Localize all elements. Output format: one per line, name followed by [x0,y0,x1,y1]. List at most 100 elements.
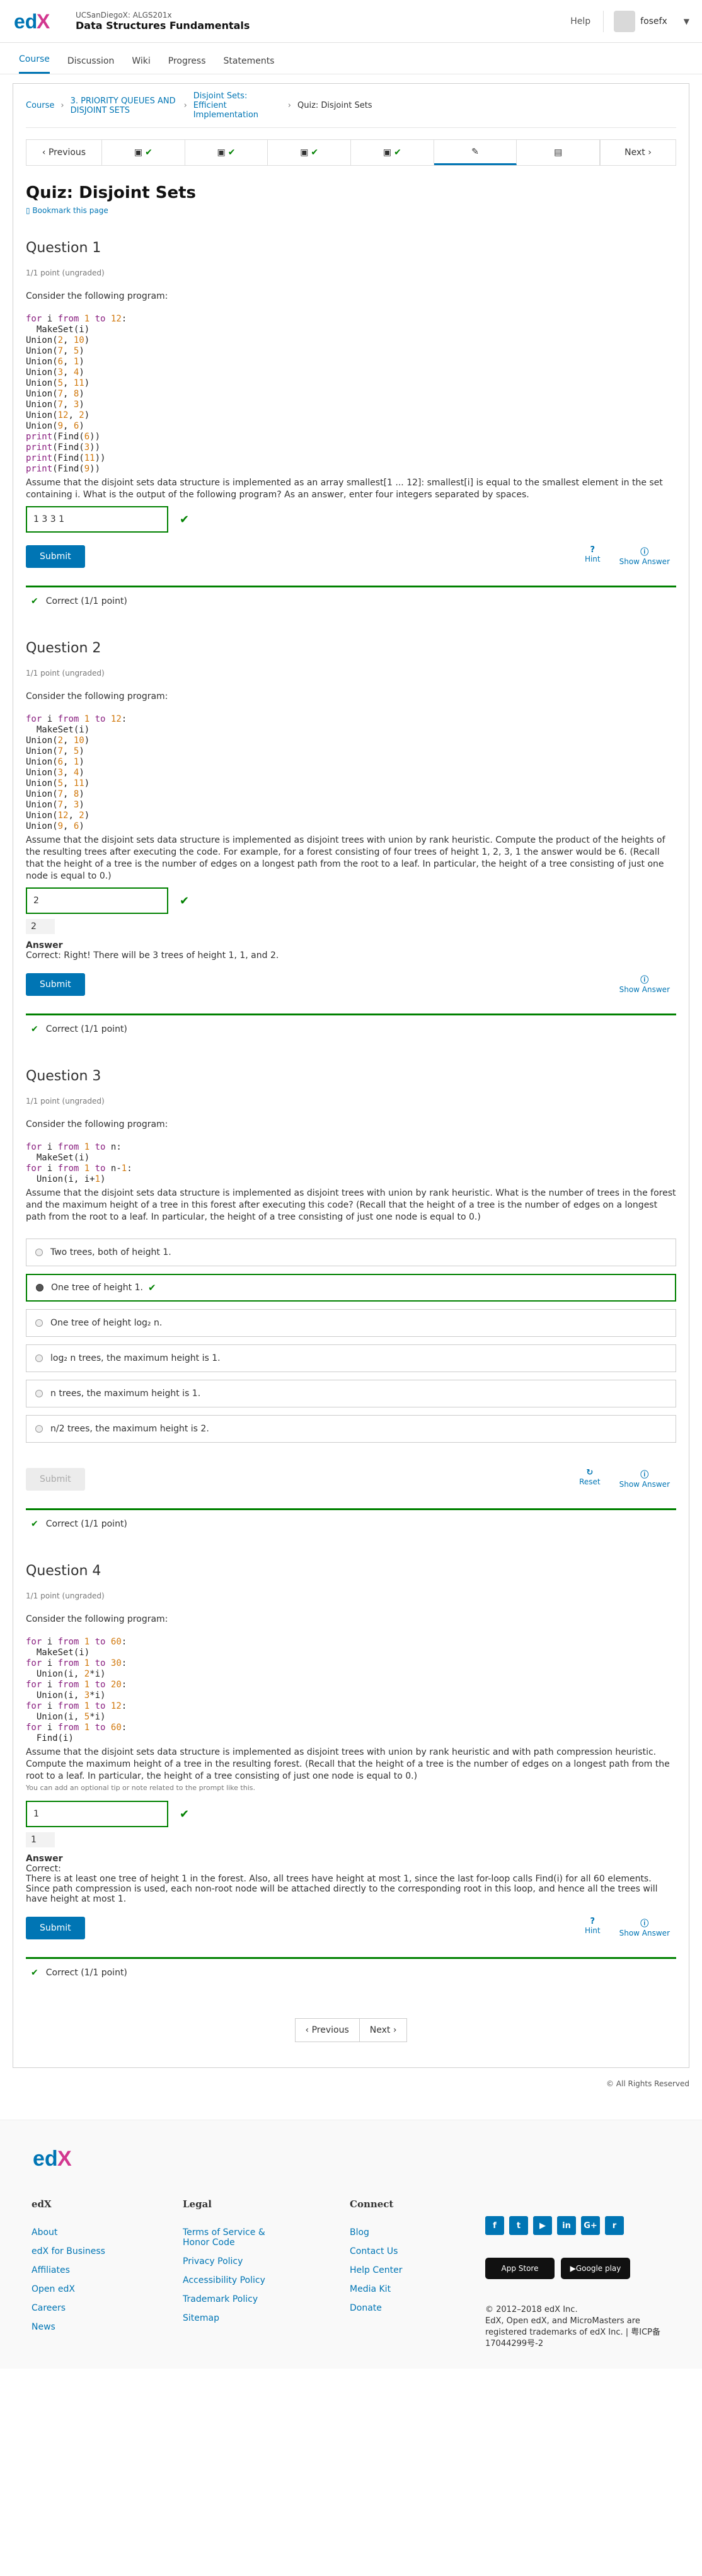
seq-item-video-1[interactable]: ▣ ✔ [102,140,185,165]
submit-button[interactable]: Submit [26,1917,85,1939]
edx-logo[interactable]: ed X [13,9,63,34]
check-icon: ✔ [31,1968,38,1978]
video-icon: ▣ [217,147,226,158]
choice-option[interactable]: n trees, the maximum height is 1. [26,1380,676,1407]
next-button[interactable]: Next › [600,140,676,165]
question-icon: ? [590,1917,596,1926]
footer-link-news[interactable]: News [32,2322,183,2332]
breadcrumb-section[interactable]: 3. PRIORITY QUEUES AND DISJOINT SETS [71,96,178,115]
bottom-sequence-nav: ‹ Previous Next › [26,2018,676,2042]
tab-progress[interactable]: Progress [168,56,206,74]
question-text: Assume that the disjoint sets data struc… [26,835,665,881]
choice-option[interactable]: One tree of height log₂ n. [26,1309,676,1337]
answer-input[interactable]: 1 [26,1801,168,1827]
google-play-badge[interactable]: ▶ Google play [561,2258,630,2279]
seq-item-video-4[interactable]: ▣ ✔ [351,140,434,165]
linkedin-icon[interactable]: in [557,2216,576,2235]
check-icon: ✔ [31,1519,38,1529]
hint-button[interactable]: ? Hint [585,1917,601,1938]
status-correct: ✔ Correct (1/1 point) [26,1508,676,1538]
choice-option[interactable]: Two trees, both of height 1. [26,1239,676,1266]
correct-check-icon: ✔ [180,512,190,526]
footer-link-trademark[interactable]: Trademark Policy [183,2294,350,2304]
show-answer-button[interactable]: ⓘ Show Answer [619,1917,670,1938]
choice-option[interactable]: n/2 trees, the maximum height is 2. [26,1415,676,1443]
bookmark-button[interactable]: ▯ Bookmark this page [26,206,676,215]
footer-link-media-kit[interactable]: Media Kit [350,2284,485,2294]
footer-link-open-edx[interactable]: Open edX [32,2284,183,2294]
app-store-badge[interactable]: App Store [485,2258,555,2279]
choice-option-selected[interactable]: One tree of height 1. ✔ [26,1274,676,1302]
footer-link-business[interactable]: edX for Business [32,2246,183,2256]
status-correct: ✔ Correct (1/1 point) [26,1014,676,1043]
next-button[interactable]: Next › [359,2018,408,2042]
tab-discussion[interactable]: Discussion [67,56,114,74]
answer-input[interactable]: 2 [26,887,168,914]
caret-down-icon[interactable]: ▼ [684,17,689,26]
show-answer-button[interactable]: ⓘ Show Answer [619,545,670,566]
edx-footer-logo[interactable]: ed X [32,2146,670,2173]
reset-icon: ↻ [586,1468,594,1477]
footer-link-blog[interactable]: Blog [350,2227,485,2238]
footer-link-help-center[interactable]: Help Center [350,2265,485,2275]
tab-statements[interactable]: Statements [224,56,275,74]
footer-link-affiliates[interactable]: Affiliates [32,2265,183,2275]
submit-button[interactable]: Submit [26,1468,85,1491]
reset-button[interactable]: ↻ Reset [579,1468,601,1489]
submit-button[interactable]: Submit [26,545,85,568]
question-4: Question 4 1/1 point (ungraded) Consider… [26,1563,676,1987]
seq-item-video-3[interactable]: ▣ ✔ [268,140,352,165]
seq-item-reading[interactable]: ▤ [517,140,601,165]
footer-link-about[interactable]: About [32,2227,183,2238]
site-footer: ed X edX About edX for Business Affiliat… [0,2120,702,2369]
user-menu[interactable]: fosefx ▼ [603,10,689,32]
reddit-icon[interactable]: r [605,2216,624,2235]
hint-label: Hint [584,1926,601,1935]
footer-link-accessibility[interactable]: Accessibility Policy [183,2275,350,2285]
choice-label: n trees, the maximum height is 1. [50,1389,201,1399]
answer-input[interactable]: 1 3 3 1 [26,506,168,533]
seq-item-video-2[interactable]: ▣ ✔ [185,140,268,165]
previous-button[interactable]: ‹ Previous [26,140,102,165]
show-answer-button[interactable]: ⓘ Show Answer [619,973,670,994]
course-tabs: Course Discussion Wiki Progress Statemen… [0,43,702,74]
radio-icon [35,1319,43,1327]
twitter-icon[interactable]: t [509,2216,528,2235]
app-stores: App Store ▶ Google play [485,2258,662,2279]
hint-button[interactable]: ? Hint [585,545,601,566]
course-identity: UCSanDiegoX: ALGS201x Data Structures Fu… [76,11,250,32]
footer-link-careers[interactable]: Careers [32,2303,183,2313]
help-link[interactable]: Help [570,16,590,26]
show-answer-button[interactable]: ⓘ Show Answer [619,1468,670,1489]
tab-wiki[interactable]: Wiki [132,56,150,74]
previous-button[interactable]: ‹ Previous [294,2018,360,2042]
previous-label: Previous [311,2025,349,2035]
submit-button[interactable]: Submit [26,973,85,996]
footer-link-terms[interactable]: Terms of Service & Honor Code [183,2227,284,2248]
choice-option[interactable]: log₂ n trees, the maximum height is 1. [26,1344,676,1372]
google-play-label: Google play [575,2264,621,2273]
facebook-icon[interactable]: f [485,2216,504,2235]
seq-item-quiz[interactable]: ✎ [434,140,517,165]
footer-link-privacy[interactable]: Privacy Policy [183,2256,350,2267]
footer-col-edx: edX About edX for Business Affiliates Op… [32,2198,183,2350]
username: fosefx [640,16,667,26]
google-plus-icon[interactable]: G+ [581,2216,600,2235]
answer-explanation-head: Correct: [26,1864,61,1874]
footer-col-connect: Connect Blog Contact Us Help Center Medi… [350,2198,485,2350]
chevron-right-icon: › [60,101,64,110]
breadcrumb-subsection[interactable]: Disjoint Sets: Efficient Implementation [193,91,282,120]
svg-text:ed: ed [14,10,37,33]
choice-list: Two trees, both of height 1. One tree of… [26,1239,676,1443]
footer-link-sitemap[interactable]: Sitemap [183,2313,350,2323]
answer-preview: 2 [26,919,55,934]
footer-col-social: f t ▶ in G+ r App Store ▶ Google play © … [485,2198,662,2350]
youtube-icon[interactable]: ▶ [533,2216,552,2235]
svg-text:X: X [37,10,50,33]
complete-check-icon: ✔ [227,147,236,158]
breadcrumb-course[interactable]: Course [26,101,54,110]
footer-link-donate[interactable]: Donate [350,2303,485,2313]
footer-link-contact[interactable]: Contact Us [350,2246,485,2256]
tab-course[interactable]: Course [19,54,50,74]
answer-heading: Answer [26,1854,63,1864]
